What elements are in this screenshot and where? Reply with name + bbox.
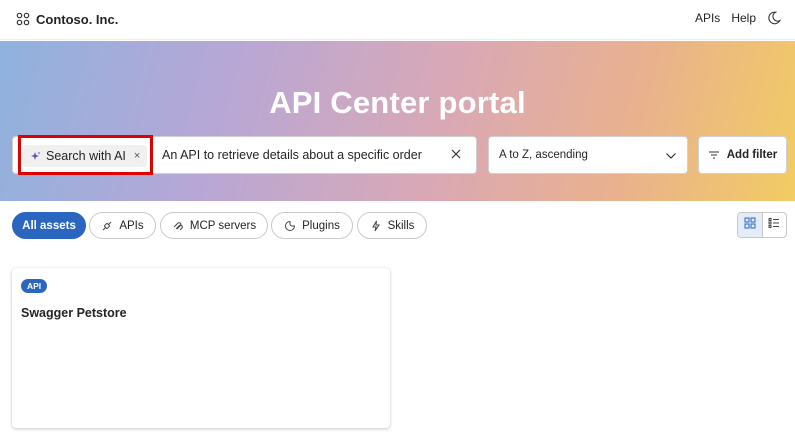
filter-icon bbox=[708, 149, 720, 161]
add-filter-button[interactable]: Add filter bbox=[698, 136, 787, 174]
pill-apis[interactable]: APIs bbox=[89, 212, 156, 239]
sort-value: A to Z, ascending bbox=[499, 149, 588, 161]
asset-type-badge: API bbox=[21, 279, 48, 293]
pill-label: Plugins bbox=[302, 219, 340, 232]
page-title: API Center portal bbox=[269, 85, 526, 120]
asset-card[interactable]: API Swagger Petstore bbox=[12, 268, 390, 428]
top-nav: APIs Help bbox=[695, 9, 781, 27]
api-icon bbox=[101, 220, 113, 232]
moon-icon[interactable] bbox=[767, 11, 781, 25]
grid-icon bbox=[744, 216, 756, 234]
search-input[interactable]: An API to retrieve details about a speci… bbox=[162, 148, 422, 162]
search-with-ai-chip[interactable]: Search with AI × bbox=[22, 145, 148, 167]
brand[interactable]: Contoso. Inc. bbox=[16, 9, 118, 29]
grid-view-button[interactable] bbox=[738, 213, 762, 237]
pill-label: Skills bbox=[387, 219, 415, 232]
hero-banner: API Center portal Search with AI × An AP… bbox=[0, 41, 795, 201]
pill-mcp-servers[interactable]: MCP servers bbox=[160, 212, 268, 239]
plugin-icon bbox=[284, 220, 296, 232]
pill-skills[interactable]: Skills bbox=[357, 212, 427, 239]
close-icon[interactable] bbox=[448, 146, 464, 162]
pill-label: MCP servers bbox=[189, 219, 257, 232]
add-filter-label: Add filter bbox=[726, 149, 778, 161]
pill-label: All assets bbox=[22, 219, 76, 232]
chevron-down-icon bbox=[665, 150, 677, 162]
sort-dropdown[interactable]: A to Z, ascending bbox=[488, 136, 688, 174]
nav-link-apis[interactable]: APIs bbox=[695, 11, 720, 25]
pill-label: APIs bbox=[119, 219, 144, 232]
top-bar: Contoso. Inc. APIs Help bbox=[0, 0, 795, 40]
nav-link-help[interactable]: Help bbox=[731, 11, 756, 25]
chip-close-icon[interactable]: × bbox=[134, 150, 140, 162]
skill-icon bbox=[370, 220, 382, 232]
brand-name: Contoso. Inc. bbox=[36, 11, 119, 27]
view-toggle bbox=[737, 212, 787, 238]
ai-chip-label: Search with AI bbox=[46, 149, 126, 163]
list-view-button[interactable] bbox=[761, 213, 786, 237]
sparkle-icon bbox=[30, 151, 41, 162]
logo-grid-icon bbox=[16, 12, 30, 26]
search-box[interactable]: Search with AI × An API to retrieve deta… bbox=[12, 135, 477, 175]
pill-plugins[interactable]: Plugins bbox=[271, 212, 353, 239]
pill-all-assets[interactable]: All assets bbox=[12, 212, 86, 239]
mcp-icon bbox=[172, 220, 184, 232]
asset-title: Swagger Petstore bbox=[21, 306, 127, 320]
list-icon bbox=[768, 216, 780, 234]
